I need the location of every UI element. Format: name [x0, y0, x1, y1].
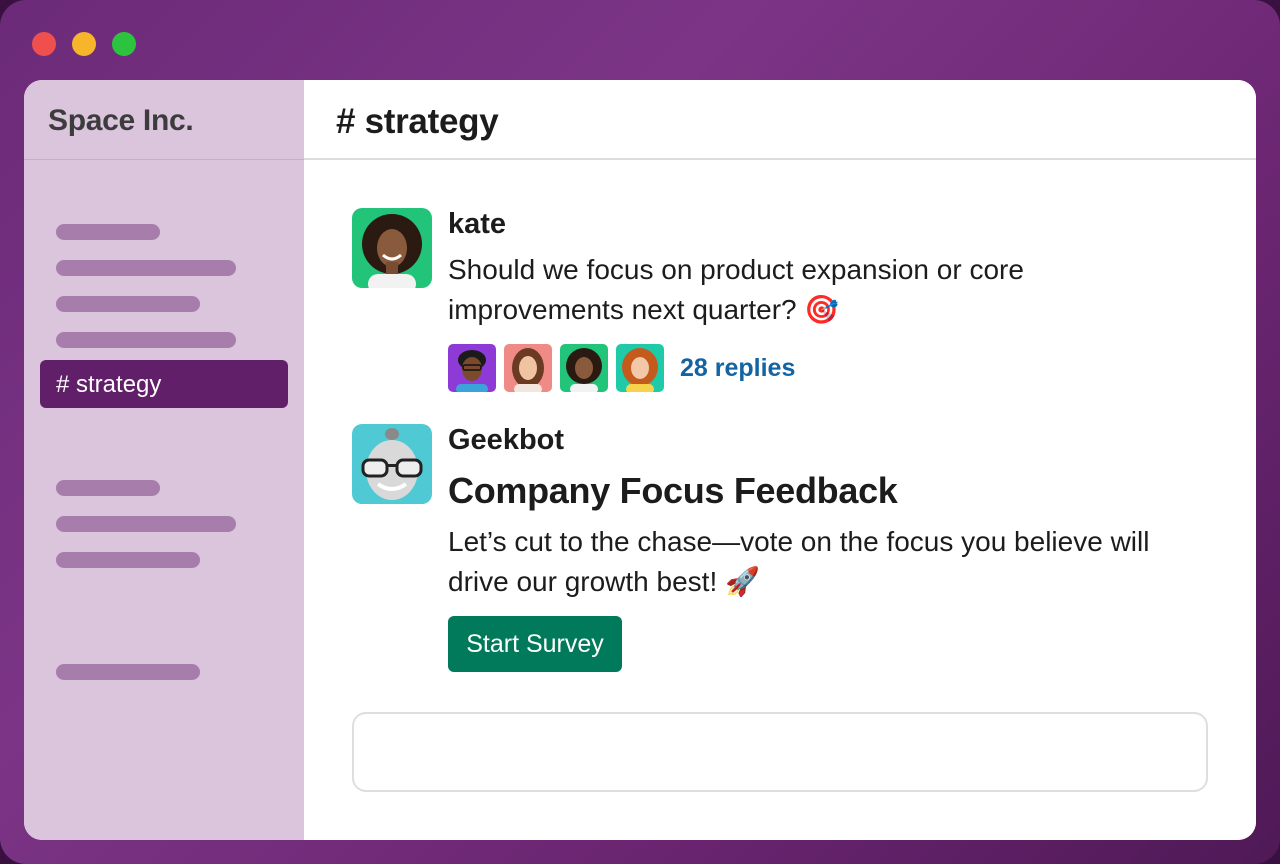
- message-text: improvements next quarter? 🎯: [448, 294, 840, 325]
- start-survey-button[interactable]: Start Survey: [448, 616, 622, 672]
- avatar[interactable]: [504, 344, 552, 392]
- sidebar-item-placeholder[interactable]: [56, 480, 160, 496]
- avatar[interactable]: [560, 344, 608, 392]
- survey-title: Company Focus Feedback: [448, 470, 898, 511]
- sidebar-item-placeholder[interactable]: [56, 516, 236, 532]
- sidebar-item-placeholder[interactable]: [56, 296, 200, 312]
- thread-replies-link[interactable]: 28 replies: [680, 354, 795, 383]
- workspace-header: Space Inc.: [24, 80, 304, 160]
- message-author[interactable]: kate: [448, 208, 506, 241]
- message-text: Let’s cut to the chase—vote on the focus…: [448, 526, 1150, 557]
- message-author[interactable]: Geekbot: [448, 424, 564, 457]
- close-window-button[interactable]: [32, 32, 56, 56]
- sidebar-item-placeholder[interactable]: [56, 332, 236, 348]
- message-input[interactable]: [354, 714, 1206, 790]
- app-window: Space Inc. # strategy # strategy kate Sh…: [24, 80, 1256, 840]
- message-composer: [352, 712, 1208, 792]
- workspace-name[interactable]: Space Inc.: [48, 104, 194, 138]
- app-frame: Space Inc. # strategy # strategy kate Sh…: [0, 0, 1280, 864]
- sidebar-item-placeholder[interactable]: [56, 260, 236, 276]
- message-text: Should we focus on product expansion or …: [448, 254, 1024, 285]
- avatar[interactable]: [616, 344, 664, 392]
- avatar[interactable]: [448, 344, 496, 392]
- sidebar-item-strategy[interactable]: # strategy: [40, 360, 288, 408]
- channel-view: # strategy kate Should we focus on produ…: [304, 80, 1256, 840]
- sidebar-item-placeholder[interactable]: [56, 224, 160, 240]
- sidebar-item-placeholder[interactable]: [56, 552, 200, 568]
- minimize-window-button[interactable]: [72, 32, 96, 56]
- avatar[interactable]: [352, 208, 432, 288]
- maximize-window-button[interactable]: [112, 32, 136, 56]
- sidebar-item-label: # strategy: [56, 371, 162, 398]
- sidebar: Space Inc. # strategy: [24, 80, 304, 840]
- channel-header: # strategy: [304, 80, 1256, 160]
- message-text: drive our growth best! 🚀: [448, 566, 760, 597]
- avatar[interactable]: [352, 424, 432, 504]
- channel-title[interactable]: # strategy: [336, 102, 499, 142]
- sidebar-item-placeholder[interactable]: [56, 664, 200, 680]
